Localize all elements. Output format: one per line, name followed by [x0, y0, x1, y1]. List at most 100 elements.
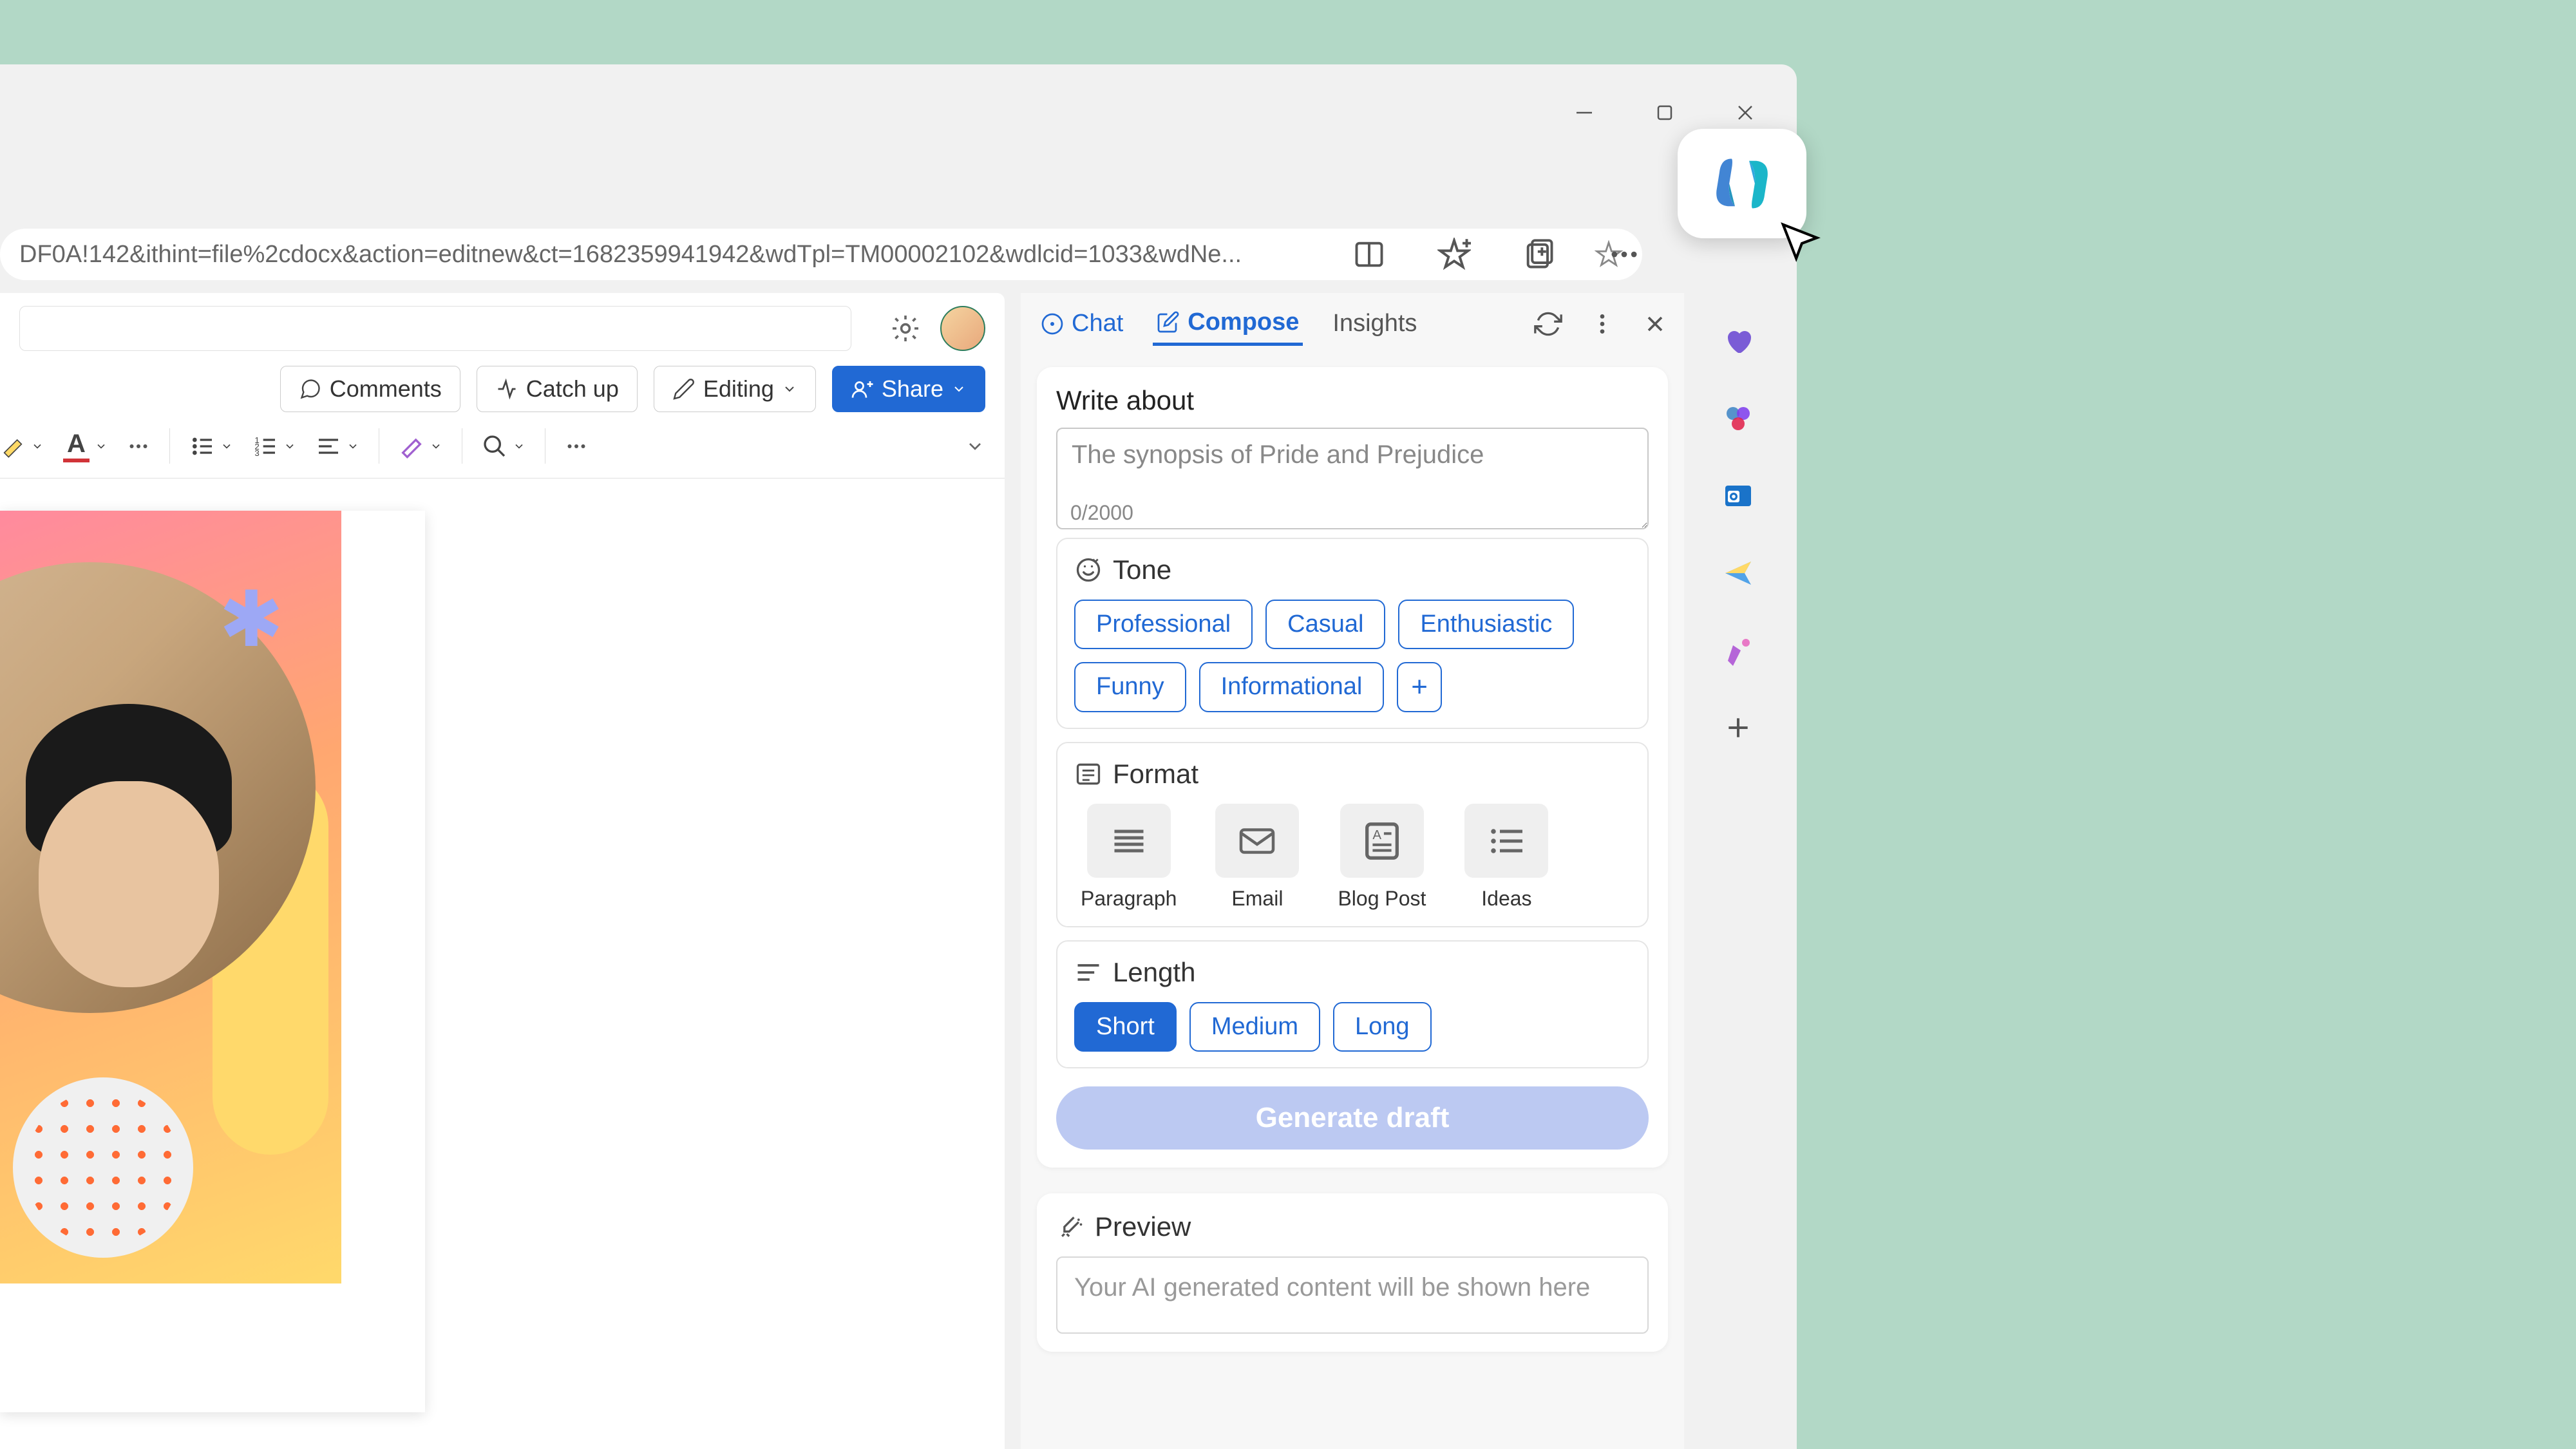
preview-label: Preview	[1095, 1211, 1191, 1242]
url-text: DF0A!142&ithint=file%2cdocx&action=editn…	[19, 241, 1242, 269]
share-button[interactable]: Share	[832, 366, 985, 412]
compose-main-card: Write about The synopsis of Pride and Pr…	[1037, 367, 1668, 1168]
panel-header-actions	[1534, 310, 1668, 338]
ribbon-more[interactable]	[565, 435, 588, 458]
ribbon-expand[interactable]	[965, 436, 985, 457]
format-label: Format	[1113, 759, 1198, 790]
copilot-icon	[1707, 148, 1777, 219]
separator	[169, 428, 170, 464]
styles-tool[interactable]	[399, 433, 442, 459]
close-button[interactable]	[1732, 100, 1758, 126]
format-email[interactable]: Email	[1215, 804, 1299, 911]
search-or-tellme[interactable]	[19, 306, 851, 351]
preview-card: Preview Your AI generated content will b…	[1037, 1193, 1668, 1352]
numbered-list-tool[interactable]: 123	[252, 433, 296, 459]
refresh-icon[interactable]	[1534, 310, 1562, 338]
more-icon[interactable]	[1607, 238, 1641, 271]
length-short[interactable]: Short	[1074, 1002, 1177, 1052]
collections-icon[interactable]	[1522, 238, 1556, 271]
maximize-button[interactable]	[1652, 100, 1678, 126]
comments-button[interactable]: Comments	[280, 366, 460, 412]
format-blogpost[interactable]: A Blog Post	[1338, 804, 1426, 911]
sidebar-office-icon[interactable]	[1719, 399, 1757, 438]
compose-tab-label: Compose	[1188, 308, 1299, 336]
tone-funny[interactable]: Funny	[1074, 662, 1186, 712]
sidebar-outlook-icon[interactable]	[1719, 477, 1757, 515]
panel-close-icon[interactable]	[1642, 311, 1668, 337]
editing-button[interactable]: Editing	[654, 366, 816, 412]
ribbon-actions: Comments Catch up Editing Share	[0, 364, 1005, 414]
tone-header: Tone	[1074, 554, 1631, 585]
bullet-list-tool[interactable]	[189, 433, 233, 459]
app-content: Comments Catch up Editing Share A	[0, 293, 1005, 1449]
document-canvas[interactable]: ✱	[0, 511, 425, 1412]
window-controls	[1571, 100, 1758, 126]
svg-text:A: A	[1372, 828, 1381, 842]
minimize-button[interactable]	[1571, 100, 1597, 126]
tone-professional[interactable]: Professional	[1074, 600, 1253, 649]
sidebar-add-icon[interactable]	[1719, 708, 1757, 747]
preview-placeholder: Your AI generated content will be shown …	[1074, 1273, 1590, 1302]
format-options: Paragraph Email A Blog Post Ideas	[1074, 804, 1631, 911]
split-screen-icon[interactable]	[1352, 238, 1386, 271]
browser-window: DF0A!142&ithint=file%2cdocx&action=editn…	[0, 64, 1797, 1449]
tone-informational[interactable]: Informational	[1199, 662, 1385, 712]
chevron-down-icon	[782, 381, 797, 397]
highlight-tool[interactable]	[0, 433, 44, 459]
compose-panel: Chat Compose Insights Write about The sy…	[1021, 293, 1684, 1449]
find-tool[interactable]	[482, 433, 526, 459]
tone-add[interactable]: +	[1397, 662, 1442, 712]
sidebar-favorite-icon[interactable]	[1719, 322, 1757, 361]
format-blogpost-label: Blog Post	[1338, 887, 1426, 911]
sidebar-customize-icon[interactable]	[1719, 631, 1757, 670]
preview-icon	[1056, 1213, 1084, 1241]
write-placeholder: The synopsis of Pride and Prejudice	[1072, 440, 1484, 469]
sparkle-decoration: ✱	[219, 575, 303, 659]
settings-icon[interactable]	[890, 313, 921, 344]
panel-more-icon[interactable]	[1589, 311, 1615, 337]
favorites-icon[interactable]	[1437, 238, 1471, 271]
document-page: ✱	[0, 511, 341, 1283]
user-avatar[interactable]	[940, 306, 985, 351]
length-label: Length	[1113, 957, 1195, 988]
length-header: Length	[1074, 957, 1631, 988]
insights-tab-label: Insights	[1332, 310, 1417, 337]
length-icon	[1074, 958, 1103, 987]
char-count: 0/2000	[1070, 501, 1649, 525]
more-font-tool[interactable]	[127, 435, 150, 458]
format-section: Format Paragraph Email A Blog Post	[1056, 742, 1649, 927]
person-face	[39, 781, 219, 987]
app-topbar	[0, 293, 1005, 364]
format-ideas-label: Ideas	[1481, 887, 1531, 911]
length-medium[interactable]: Medium	[1189, 1002, 1320, 1052]
length-section: Length Short Medium Long	[1056, 940, 1649, 1068]
generate-draft-button[interactable]: Generate draft	[1056, 1086, 1649, 1150]
font-color-tool[interactable]: A	[63, 430, 108, 462]
insights-tab[interactable]: Insights	[1329, 303, 1421, 344]
length-long[interactable]: Long	[1333, 1002, 1432, 1052]
browser-toolbar-icons	[1352, 229, 1641, 280]
compose-panel-header: Chat Compose Insights	[1021, 293, 1684, 354]
format-paragraph[interactable]: Paragraph	[1081, 804, 1177, 911]
preview-header: Preview	[1056, 1211, 1649, 1242]
dotted-decoration	[13, 1077, 193, 1258]
catchup-label: Catch up	[526, 375, 619, 402]
format-header: Format	[1074, 759, 1631, 790]
tone-casual[interactable]: Casual	[1265, 600, 1385, 649]
cursor-pointer	[1777, 219, 1823, 264]
align-tool[interactable]	[316, 433, 359, 459]
format-ideas[interactable]: Ideas	[1464, 804, 1548, 911]
svg-text:3: 3	[254, 448, 259, 458]
share-label: Share	[882, 375, 943, 402]
catchup-button[interactable]: Catch up	[477, 366, 638, 412]
ribbon-formatting: A 123	[0, 414, 1005, 478]
tone-icon	[1074, 556, 1103, 584]
length-options: Short Medium Long	[1074, 1002, 1631, 1052]
editing-label: Editing	[703, 375, 774, 402]
edge-sidebar	[1697, 293, 1779, 1449]
write-about-label: Write about	[1056, 385, 1649, 416]
compose-tab[interactable]: Compose	[1153, 302, 1303, 346]
sidebar-send-icon[interactable]	[1719, 554, 1757, 592]
chat-tab[interactable]: Chat	[1037, 303, 1127, 344]
tone-enthusiastic[interactable]: Enthusiastic	[1398, 600, 1574, 649]
